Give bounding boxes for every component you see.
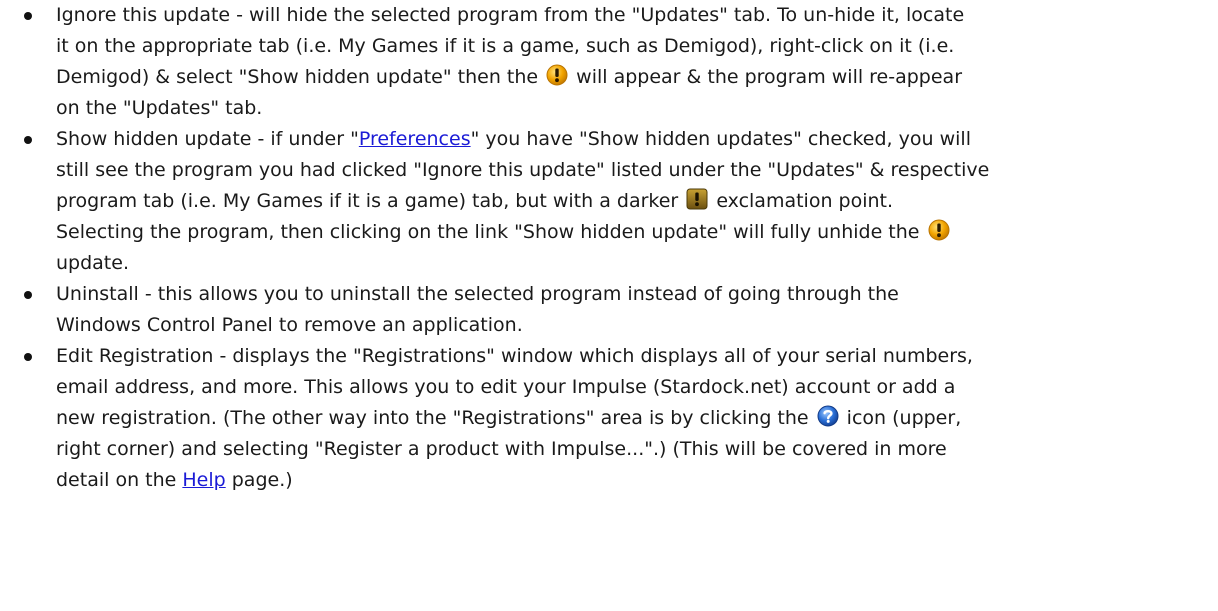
document-body: Ignore this update - will hide the selec… <box>0 0 1218 611</box>
text-line: email address, and more. This allows you… <box>56 376 956 398</box>
text-line: Ignore this update - will hide the selec… <box>56 4 965 26</box>
text-segment: program tab (i.e. My Games if it is a ga… <box>56 190 685 212</box>
text-segment: exclamation point. <box>710 190 894 212</box>
text-segment: " you have "Show hidden updates" checked… <box>470 128 971 150</box>
text-line: detail on the Help page.) <box>56 465 1204 496</box>
dark-exclamation-icon <box>686 188 708 210</box>
text-line: new registration. (The other way into th… <box>56 403 1204 434</box>
text-line: Edit Registration - displays the "Regist… <box>56 345 973 367</box>
list-item-edit-registration: Edit Registration - displays the "Regist… <box>0 341 1218 496</box>
list-item-show-hidden-update: Show hidden update - if under "Preferenc… <box>0 124 1218 279</box>
text-segment: will appear & the program will re-appear <box>570 66 963 88</box>
text-line: program tab (i.e. My Games if it is a ga… <box>56 186 1204 217</box>
text-segment: icon (upper, <box>840 407 962 429</box>
text-segment: page.) <box>225 469 293 491</box>
text-line: Selecting the program, then clicking on … <box>56 217 1204 248</box>
preferences-link[interactable]: Preferences <box>359 128 471 150</box>
list-item-uninstall: Uninstall - this allows you to uninstall… <box>0 279 1218 341</box>
bullet-list: Ignore this update - will hide the selec… <box>0 0 1218 496</box>
text-line: still see the program you had clicked "I… <box>56 159 990 181</box>
text-segment: Show hidden update - if under " <box>56 128 359 150</box>
list-item-ignore-update: Ignore this update - will hide the selec… <box>0 0 1218 124</box>
text-line: Show hidden update - if under "Preferenc… <box>56 124 1204 155</box>
text-segment: new registration. (The other way into th… <box>56 407 815 429</box>
text-line: Demigod) & select "Show hidden update" t… <box>56 62 1204 93</box>
help-link[interactable]: Help <box>182 469 225 491</box>
text-line: Uninstall - this allows you to uninstall… <box>56 283 899 305</box>
text-line: on the "Updates" tab. <box>56 97 263 119</box>
text-segment: detail on the <box>56 469 183 491</box>
text-line: update. <box>56 252 129 274</box>
text-segment: Selecting the program, then clicking on … <box>56 221 926 243</box>
warning-exclamation-icon <box>546 64 568 86</box>
text-segment: Demigod) & select "Show hidden update" t… <box>56 66 545 88</box>
help-question-icon <box>817 405 839 427</box>
text-line: right corner) and selecting "Register a … <box>56 438 947 460</box>
warning-exclamation-icon <box>928 219 950 241</box>
text-line: Windows Control Panel to remove an appli… <box>56 314 523 336</box>
text-line: it on the appropriate tab (i.e. My Games… <box>56 35 955 57</box>
